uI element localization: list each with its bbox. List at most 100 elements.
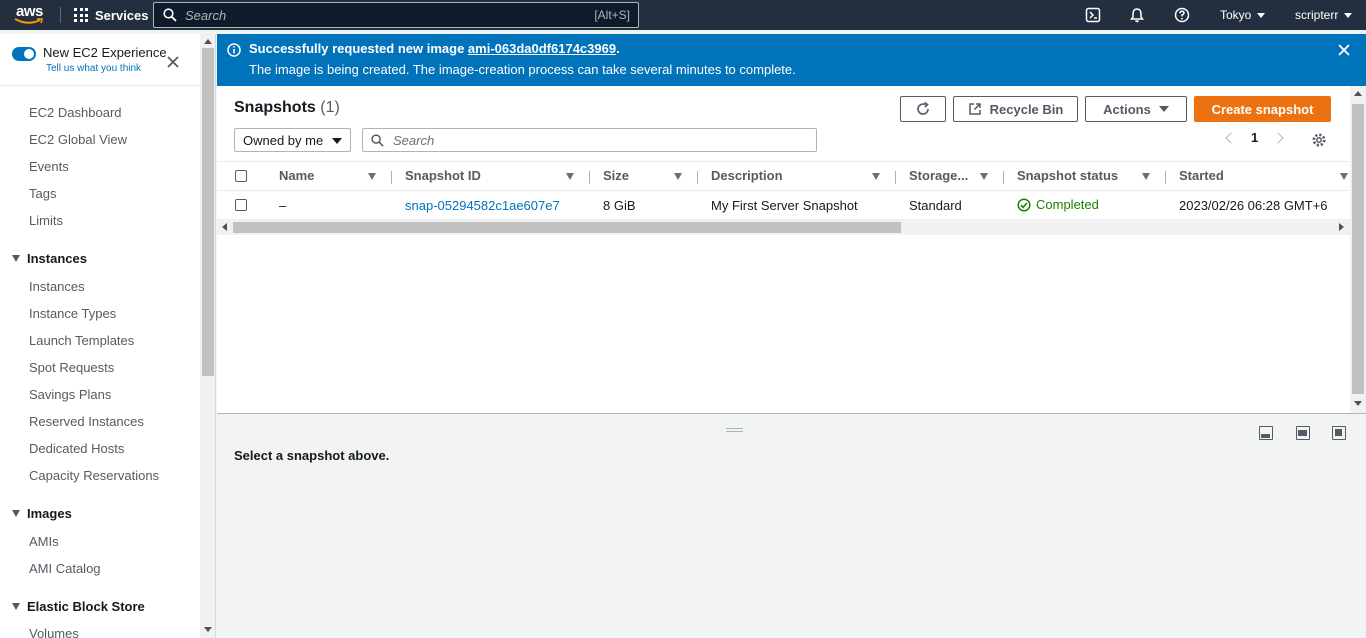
column-header-size[interactable]: Size [603, 168, 629, 183]
snapshot-id-link[interactable]: snap-05294582c1ae607e7 [405, 198, 560, 213]
snapshot-search-input[interactable] [393, 132, 793, 148]
cloudshell-icon[interactable] [1085, 7, 1101, 23]
column-header-snapshot-status[interactable]: Snapshot status [1017, 168, 1118, 183]
column-resizer[interactable] [391, 171, 392, 184]
cell-size: 8 GiB [603, 198, 636, 213]
global-search[interactable]: [Alt+S] [153, 2, 639, 28]
sidebar-section-instances[interactable]: Instances [12, 251, 87, 266]
sidebar: New EC2 Experience Tell us what you thin… [0, 34, 200, 638]
main-scrollbar[interactable] [1350, 86, 1366, 413]
sidebar-item-amis[interactable]: AMIs [29, 534, 59, 549]
main-scroll-thumb[interactable] [1352, 104, 1364, 394]
resize-handle-icon[interactable] [726, 428, 743, 432]
details-split-panel: Select a snapshot above. [217, 413, 1366, 638]
empty-selection-message: Select a snapshot above. [234, 448, 390, 463]
recycle-bin-button[interactable]: Recycle Bin [953, 96, 1078, 122]
sidebar-item-spot-requests[interactable]: Spot Requests [29, 360, 114, 375]
table-header: Name Snapshot ID Size Description Storag… [217, 161, 1350, 191]
column-resizer[interactable] [697, 171, 698, 184]
sidebar-section-title: Instances [27, 251, 87, 266]
scroll-up-arrow-icon[interactable] [204, 39, 212, 44]
scroll-down-arrow-icon[interactable] [1354, 401, 1362, 406]
sidebar-scroll-thumb[interactable] [202, 48, 214, 376]
split-bottom-icon[interactable] [1259, 426, 1273, 440]
sort-icon[interactable] [980, 173, 988, 180]
region-selector[interactable]: Tokyo [1220, 0, 1266, 30]
search-shortcut-hint: [Alt+S] [594, 8, 630, 22]
close-icon[interactable] [166, 55, 180, 69]
sidebar-item-ami-catalog[interactable]: AMI Catalog [29, 561, 101, 576]
row-checkbox[interactable] [235, 199, 247, 211]
sort-icon[interactable] [566, 173, 574, 180]
sort-icon[interactable] [872, 173, 880, 180]
sort-icon[interactable] [674, 173, 682, 180]
current-page[interactable]: 1 [1251, 130, 1258, 145]
column-header-snapshot-id[interactable]: Snapshot ID [405, 168, 481, 183]
new-experience-toggle[interactable] [12, 47, 36, 61]
select-all-checkbox[interactable] [235, 170, 247, 182]
sidebar-item-volumes[interactable]: Volumes [29, 626, 79, 638]
scroll-right-arrow-icon[interactable] [1339, 223, 1344, 231]
close-icon[interactable] [1337, 43, 1351, 57]
gear-icon[interactable] [1311, 132, 1327, 148]
sidebar-item-instance-types[interactable]: Instance Types [29, 306, 116, 321]
scroll-up-arrow-icon[interactable] [1354, 91, 1362, 96]
sidebar-item-launch-templates[interactable]: Launch Templates [29, 333, 134, 348]
account-menu[interactable]: scripterr [1295, 0, 1353, 30]
nav-divider [60, 7, 61, 23]
sort-icon[interactable] [368, 173, 376, 180]
column-header-name[interactable]: Name [279, 168, 314, 183]
sidebar-section-title: Images [27, 506, 72, 521]
help-icon[interactable] [1174, 7, 1190, 23]
sidebar-item-tags[interactable]: Tags [29, 186, 56, 201]
sidebar-item-instances[interactable]: Instances [29, 279, 85, 294]
sidebar-section-images[interactable]: Images [12, 506, 72, 521]
split-full-icon[interactable] [1332, 426, 1346, 440]
services-menu-button[interactable]: Services [74, 0, 149, 30]
cell-description: My First Server Snapshot [711, 198, 858, 213]
chevron-left-icon[interactable] [1225, 131, 1237, 144]
feedback-link[interactable]: Tell us what you think [46, 63, 167, 74]
column-resizer[interactable] [1003, 171, 1004, 184]
table-horizontal-scrollbar[interactable] [217, 219, 1350, 235]
bell-icon[interactable] [1129, 7, 1145, 23]
image-id-link[interactable]: ami-063da0df6174c3969 [468, 41, 616, 56]
sidebar-scrollbar[interactable] [200, 34, 216, 638]
column-header-storage-tier[interactable]: Storage... [909, 168, 968, 183]
global-search-input[interactable] [185, 7, 565, 23]
column-resizer[interactable] [1165, 171, 1166, 184]
scroll-left-arrow-icon[interactable] [222, 223, 227, 231]
sidebar-item-events[interactable]: Events [29, 159, 69, 174]
actions-button[interactable]: Actions [1085, 96, 1187, 122]
sidebar-item-reserved-instances[interactable]: Reserved Instances [29, 414, 144, 429]
column-resizer[interactable] [589, 171, 590, 184]
create-snapshot-button[interactable]: Create snapshot [1194, 96, 1331, 122]
table-scroll-thumb[interactable] [233, 222, 901, 233]
scroll-down-arrow-icon[interactable] [204, 627, 212, 632]
refresh-icon [917, 101, 929, 115]
sort-icon[interactable] [1340, 173, 1348, 180]
chevron-right-icon[interactable] [1272, 131, 1284, 144]
check-circle-icon [1017, 197, 1031, 212]
top-navigation: aws Services [Alt+S] Tokyo [0, 0, 1366, 30]
sidebar-item-dedicated-hosts[interactable]: Dedicated Hosts [29, 441, 124, 456]
owner-filter-select[interactable]: Owned by me [234, 128, 351, 152]
split-side-icon[interactable] [1296, 426, 1310, 440]
column-resizer[interactable] [895, 171, 896, 184]
sidebar-item-ec2-global-view[interactable]: EC2 Global View [29, 132, 127, 147]
snapshot-search[interactable] [362, 128, 817, 152]
sidebar-item-capacity-reservations[interactable]: Capacity Reservations [29, 468, 159, 483]
sidebar-item-ec2-dashboard[interactable]: EC2 Dashboard [29, 105, 122, 120]
table-row[interactable]: – snap-05294582c1ae607e7 8 GiB My First … [217, 191, 1350, 219]
sidebar-item-savings-plans[interactable]: Savings Plans [29, 387, 111, 402]
sidebar-item-limits[interactable]: Limits [29, 213, 63, 228]
aws-logo[interactable]: aws [14, 3, 48, 27]
search-icon [163, 8, 177, 22]
column-header-started[interactable]: Started [1179, 168, 1224, 183]
sidebar-section-elastic-block-store[interactable]: Elastic Block Store [12, 599, 145, 614]
external-link-icon [968, 103, 981, 115]
pagination: 1 [1225, 130, 1284, 145]
column-header-description[interactable]: Description [711, 168, 783, 183]
sort-icon[interactable] [1142, 173, 1150, 180]
refresh-button[interactable] [900, 96, 946, 122]
